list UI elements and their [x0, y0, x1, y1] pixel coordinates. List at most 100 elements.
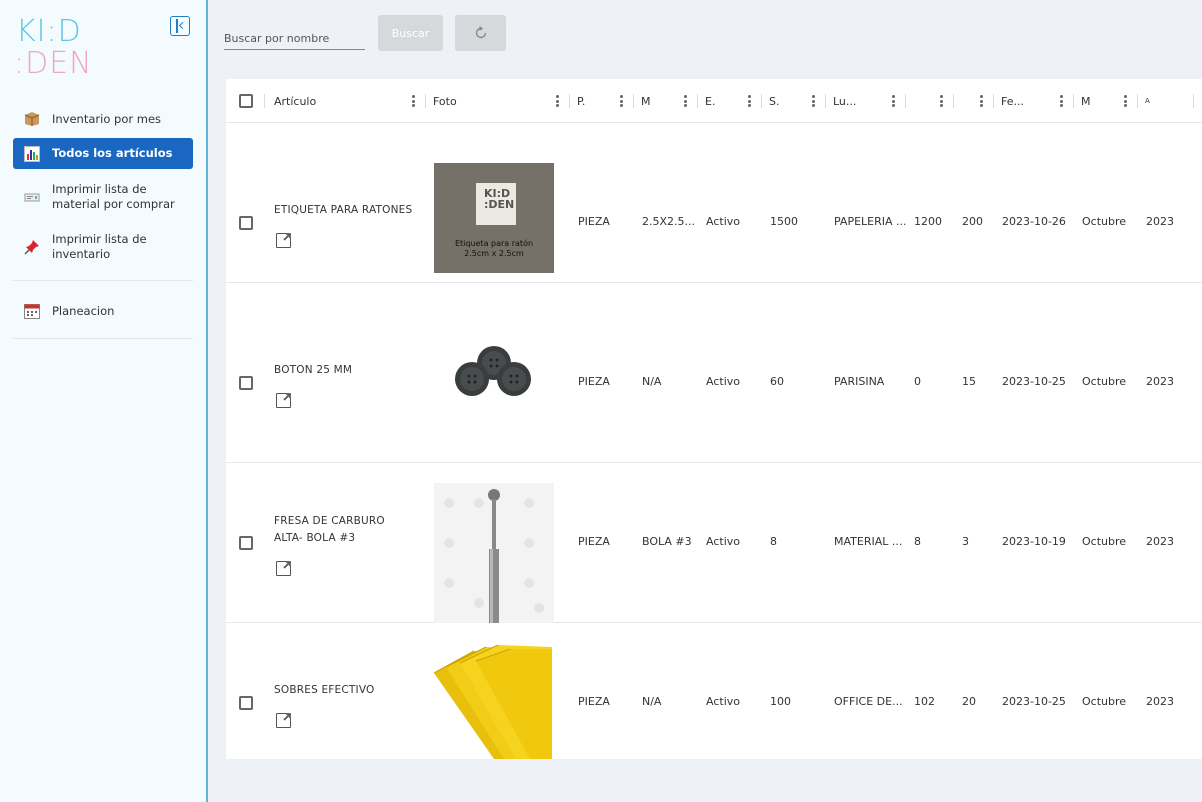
column-menu-icon[interactable]: [940, 95, 943, 107]
cell-status: Activo: [706, 695, 740, 708]
cell-number-2: 200: [962, 215, 983, 228]
cell-date: 2023-10-25: [1002, 375, 1066, 388]
logo-line-1: KI:D: [16, 14, 82, 49]
column-header-year[interactable]: A: [1137, 79, 1193, 123]
cell-place: MATERIAL ...: [834, 535, 903, 548]
sidebar-divider: [13, 280, 193, 281]
drill-bit-image: [444, 489, 544, 623]
open-link-icon[interactable]: [276, 559, 293, 576]
cell-date: 2023-10-19: [1002, 535, 1066, 548]
sidebar-divider: [13, 338, 193, 339]
sidebar-item-imprimir-inventario[interactable]: Imprimir lista de inventario: [13, 231, 193, 263]
open-link-icon[interactable]: [276, 231, 293, 248]
cell-measure: BOLA #3: [642, 535, 692, 548]
cell-date: 2023-10-25: [1002, 695, 1066, 708]
sidebar-item-todos-los-articulos[interactable]: Todos los artículos: [13, 138, 193, 169]
row-checkbox[interactable]: [239, 536, 253, 550]
search-button[interactable]: Buscar: [378, 15, 443, 51]
open-link-icon[interactable]: [276, 391, 293, 408]
sidebar: KI:D :DEN Inventario por mes Todos los a…: [0, 0, 208, 802]
cell-unit: PIEZA: [578, 535, 610, 548]
column-header-s[interactable]: S.: [761, 79, 825, 123]
search-field[interactable]: [224, 26, 365, 50]
sidebar-item-label: Imprimir lista de material por comprar: [52, 182, 175, 211]
cell-number-1: 8: [914, 535, 921, 548]
column-menu-icon[interactable]: [1060, 95, 1063, 107]
article-photo: KI:D:DEN Etiqueta para ratón 2.5cm x 2.5…: [434, 163, 554, 273]
cell-status: Activo: [706, 375, 740, 388]
cell-year: 2023: [1146, 375, 1174, 388]
photo-caption: 2.5cm x 2.5cm: [464, 249, 524, 258]
cell-unit: PIEZA: [578, 695, 610, 708]
column-header-blank-2[interactable]: [953, 79, 993, 123]
column-menu-icon[interactable]: [684, 95, 687, 107]
column-header-foto[interactable]: Foto: [425, 79, 569, 123]
cell-stock: 100: [770, 695, 791, 708]
column-menu-icon[interactable]: [1124, 95, 1127, 107]
sidebar-item-planeacion[interactable]: Planeacion: [13, 301, 193, 321]
article-name: FRESA DE CARBURO ALTA- BOLA #3: [274, 515, 385, 544]
sidebar-item-imprimir-material[interactable]: Imprimir lista de material por comprar: [13, 181, 193, 213]
article-name: BOTON 25 MM: [274, 364, 353, 376]
collapse-sidebar-icon[interactable]: [170, 16, 190, 36]
sidebar-item-label: Todos los artículos: [52, 146, 173, 160]
box-icon: [24, 111, 40, 127]
sidebar-item-inventario-por-mes[interactable]: Inventario por mes: [13, 109, 193, 129]
column-menu-icon[interactable]: [412, 95, 415, 107]
column-header-articulo[interactable]: Artículo: [264, 79, 426, 123]
column-menu-icon[interactable]: [556, 95, 559, 107]
envelopes-image: [434, 644, 552, 759]
cell-place: PAPELERIA ...: [834, 215, 907, 228]
cell-unit: PIEZA: [578, 375, 610, 388]
cell-stock: 8: [770, 535, 777, 548]
cell-stock: 60: [770, 375, 784, 388]
refresh-icon: [475, 26, 486, 39]
cell-month: Octubre: [1082, 215, 1127, 228]
kidden-logo: KI:D :DEN: [14, 14, 96, 82]
column-menu-icon[interactable]: [748, 95, 751, 107]
cell-number-2: 15: [962, 375, 976, 388]
open-link-icon[interactable]: [276, 711, 293, 728]
row-checkbox[interactable]: [239, 216, 253, 230]
column-menu-icon[interactable]: [892, 95, 895, 107]
row-checkbox[interactable]: [239, 696, 253, 710]
cell-year: 2023: [1146, 535, 1174, 548]
cell-month: Octubre: [1082, 695, 1127, 708]
table-row[interactable]: FRESA DE CARBURO ALTA- BOLA #3 PIEZA BOLA…: [226, 463, 1202, 623]
select-all-checkbox[interactable]: [239, 94, 253, 108]
column-menu-icon[interactable]: [812, 95, 815, 107]
column-header-p[interactable]: P.: [569, 79, 633, 123]
column-header-month[interactable]: M: [1073, 79, 1137, 123]
cell-year: 2023: [1146, 215, 1174, 228]
column-header-m[interactable]: M: [633, 79, 697, 123]
refresh-button[interactable]: [455, 15, 506, 51]
cell-number-2: 3: [962, 535, 969, 548]
cell-measure: 2.5X2.5...: [642, 215, 696, 228]
logo-line-2: :DEN: [14, 46, 93, 81]
row-checkbox[interactable]: [239, 376, 253, 390]
bar-chart-icon: [24, 145, 40, 162]
article-photo: [434, 323, 554, 433]
sidebar-item-label: Inventario por mes: [52, 111, 162, 126]
sidebar-item-label: Imprimir lista de inventario: [52, 232, 147, 261]
table-row[interactable]: BOTON 25 MM PIEZA N/A Activo 60 PARISINA…: [226, 303, 1202, 463]
table-row[interactable]: SOBRES EFECTIVO PIEZA N/A Activo 100 OFF…: [226, 623, 1202, 759]
label-tag: KI:D:DEN: [476, 183, 516, 225]
column-menu-icon[interactable]: [980, 95, 983, 107]
cell-year: 2023: [1146, 695, 1174, 708]
column-menu-icon[interactable]: [620, 95, 623, 107]
column-header-blank-1[interactable]: [905, 79, 953, 123]
cell-number-1: 1200: [914, 215, 942, 228]
calendar-icon: [24, 303, 40, 319]
column-header-e[interactable]: E.: [697, 79, 761, 123]
cell-month: Octubre: [1082, 535, 1127, 548]
receipt-icon: [24, 189, 40, 205]
cell-status: Activo: [706, 535, 740, 548]
table-header: Artículo Foto P. M E. S. Lu... Fe... M A: [226, 79, 1202, 123]
buttons-image: [455, 346, 531, 396]
table-row[interactable]: ETIQUETA PARA RATONES KI:D:DEN Etiqueta …: [226, 123, 1202, 283]
cell-status: Activo: [706, 215, 740, 228]
search-input[interactable]: [224, 26, 365, 45]
article-name: SOBRES EFECTIVO: [274, 684, 375, 696]
cell-number-1: 102: [914, 695, 935, 708]
